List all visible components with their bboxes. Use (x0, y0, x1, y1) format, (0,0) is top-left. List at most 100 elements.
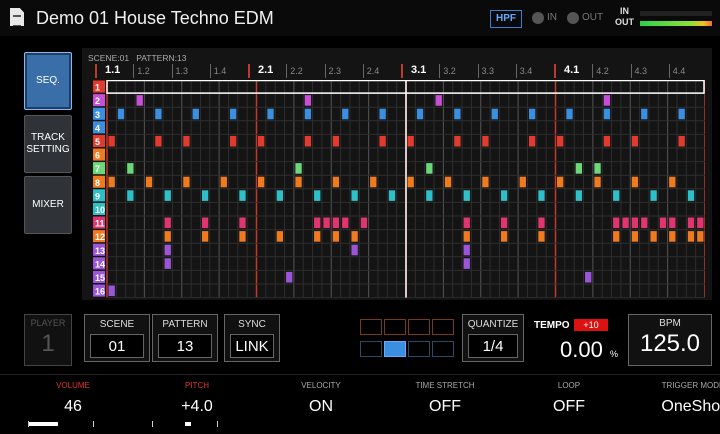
step-cell[interactable] (566, 108, 573, 120)
step-cell[interactable] (351, 190, 358, 201)
step-cell[interactable] (435, 95, 442, 106)
step-cell[interactable] (426, 190, 433, 201)
sidebar-item-track-setting[interactable]: TRACK SETTING (24, 115, 72, 173)
step-cell[interactable] (697, 217, 704, 229)
step-cell[interactable] (416, 108, 424, 120)
hpf-button[interactable]: HPF (490, 10, 522, 28)
step-cell[interactable] (379, 135, 386, 147)
step-cell[interactable] (463, 217, 470, 229)
step-cell[interactable] (594, 176, 601, 188)
step-cell[interactable] (603, 95, 611, 106)
step-cell[interactable] (332, 231, 340, 242)
step-cell[interactable] (463, 190, 470, 201)
step-cell[interactable] (631, 135, 639, 147)
step-cell[interactable] (426, 163, 433, 174)
step-cell[interactable] (360, 217, 368, 229)
param-slider[interactable] (28, 421, 94, 427)
step-cell[interactable] (332, 176, 340, 188)
step-cell[interactable] (631, 217, 639, 229)
step-cell[interactable] (631, 176, 639, 188)
step-cell[interactable] (463, 258, 470, 269)
step-cell[interactable] (314, 217, 321, 229)
file-icon[interactable] (10, 8, 24, 26)
step-cell[interactable] (678, 135, 685, 147)
step-cell[interactable] (622, 217, 629, 229)
param-value[interactable]: 46 (18, 398, 128, 416)
step-cell[interactable] (164, 231, 171, 242)
step-cell[interactable] (407, 135, 414, 147)
pattern-pad[interactable] (432, 341, 454, 357)
step-cell[interactable] (258, 176, 265, 188)
pattern-pad[interactable] (360, 319, 382, 335)
step-cell[interactable] (379, 108, 386, 120)
step-cell[interactable] (201, 231, 209, 242)
pattern-pad[interactable] (384, 319, 406, 335)
pattern-pad[interactable] (360, 341, 382, 357)
step-cell[interactable] (687, 217, 695, 229)
step-cell[interactable] (538, 190, 545, 201)
step-cell[interactable] (108, 135, 115, 147)
step-cell[interactable] (192, 108, 199, 120)
step-cell[interactable] (323, 217, 330, 229)
step-cell[interactable] (482, 135, 489, 147)
step-cell[interactable] (267, 108, 274, 120)
step-cell[interactable] (314, 190, 321, 201)
step-cell[interactable] (669, 217, 676, 229)
step-cell[interactable] (463, 244, 470, 256)
step-cell[interactable] (650, 231, 657, 242)
step-cell[interactable] (342, 217, 349, 229)
step-cell[interactable] (127, 163, 134, 174)
step-cell[interactable] (304, 95, 312, 106)
step-cell[interactable] (650, 190, 657, 201)
step-cell[interactable] (678, 108, 685, 120)
step-cell[interactable] (669, 176, 676, 188)
step-cell[interactable] (127, 190, 134, 201)
pattern-pad[interactable] (408, 341, 430, 357)
step-cell[interactable] (239, 190, 246, 201)
step-cell[interactable] (538, 231, 545, 242)
step-cell[interactable] (229, 135, 237, 147)
step-cell[interactable] (388, 190, 396, 201)
step-cell[interactable] (108, 285, 115, 297)
step-cell[interactable] (463, 231, 470, 242)
step-cell[interactable] (239, 217, 246, 229)
step-cell[interactable] (594, 163, 601, 174)
step-cell[interactable] (454, 135, 461, 147)
step-cell[interactable] (276, 231, 284, 242)
step-cell[interactable] (201, 217, 209, 229)
pattern-pad[interactable] (432, 319, 454, 335)
step-cell[interactable] (613, 217, 620, 229)
step-cell[interactable] (108, 176, 115, 188)
step-cell[interactable] (500, 231, 508, 242)
sidebar-item-mixer[interactable]: MIXER (24, 176, 72, 234)
step-cell[interactable] (603, 135, 611, 147)
pattern-pad-active[interactable] (384, 341, 406, 357)
step-cell[interactable] (528, 108, 536, 120)
step-cell[interactable] (613, 231, 620, 242)
step-cell[interactable] (332, 217, 340, 229)
step-cell[interactable] (164, 190, 171, 201)
step-cell[interactable] (164, 244, 171, 256)
tempo-range-badge[interactable]: +10 (574, 319, 608, 331)
step-cell[interactable] (641, 108, 648, 120)
step-cell[interactable] (603, 108, 611, 120)
step-cell[interactable] (538, 217, 545, 229)
step-cell[interactable] (229, 108, 237, 120)
step-cell[interactable] (183, 176, 190, 188)
step-cell[interactable] (659, 217, 667, 229)
step-cell[interactable] (669, 231, 676, 242)
step-cell[interactable] (687, 231, 695, 242)
step-cell[interactable] (258, 135, 265, 147)
step-cell[interactable] (370, 176, 377, 188)
step-cell[interactable] (444, 176, 452, 188)
step-cell[interactable] (641, 217, 648, 229)
param-value[interactable]: +4.0 (142, 398, 252, 416)
param-value[interactable]: ON (266, 398, 376, 416)
step-cell[interactable] (183, 135, 190, 147)
step-cell[interactable] (482, 176, 489, 188)
param-value[interactable]: OneShot (638, 398, 720, 416)
step-cell[interactable] (575, 190, 583, 201)
step-cell[interactable] (519, 176, 526, 188)
step-cell[interactable] (697, 231, 704, 242)
step-cell[interactable] (314, 231, 321, 242)
